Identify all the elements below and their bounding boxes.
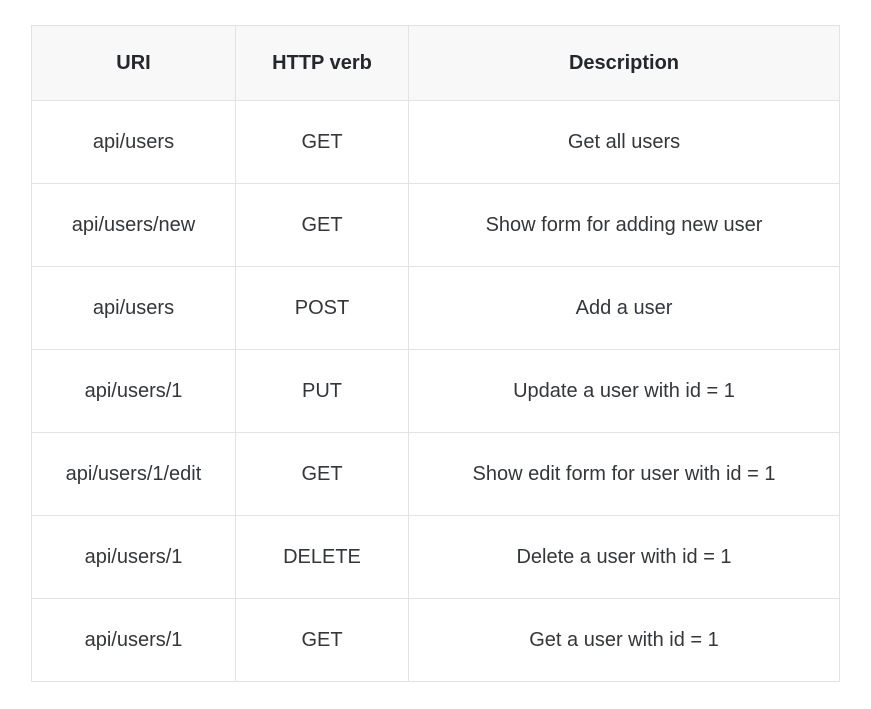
cell-uri: api/users [31, 100, 236, 184]
cell-description: Update a user with id = 1 [408, 349, 840, 433]
cell-uri: api/users/1 [31, 515, 236, 599]
cell-http-verb: GET [235, 598, 409, 682]
cell-http-verb: GET [235, 183, 409, 267]
cell-description: Get all users [408, 100, 840, 184]
table-row: api/users/1 GET Get a user with id = 1 [31, 598, 840, 682]
cell-description: Show form for adding new user [408, 183, 840, 267]
cell-description: Get a user with id = 1 [408, 598, 840, 682]
table-row: api/users/1/edit GET Show edit form for … [31, 432, 840, 516]
cell-uri: api/users/new [31, 183, 236, 267]
cell-http-verb: POST [235, 266, 409, 350]
table-row: api/users/new GET Show form for adding n… [31, 183, 840, 267]
table-row: api/users/1 DELETE Delete a user with id… [31, 515, 840, 599]
table-header: URI HTTP verb Description [31, 25, 840, 101]
header-row: URI HTTP verb Description [31, 25, 840, 101]
header-description: Description [408, 25, 840, 101]
cell-uri: api/users/1 [31, 598, 236, 682]
cell-description: Show edit form for user with id = 1 [408, 432, 840, 516]
cell-http-verb: GET [235, 432, 409, 516]
routes-table: URI HTTP verb Description api/users GET … [31, 25, 840, 682]
cell-description: Delete a user with id = 1 [408, 515, 840, 599]
cell-http-verb: DELETE [235, 515, 409, 599]
cell-uri: api/users [31, 266, 236, 350]
cell-uri: api/users/1 [31, 349, 236, 433]
cell-description: Add a user [408, 266, 840, 350]
table-row: api/users/1 PUT Update a user with id = … [31, 349, 840, 433]
cell-http-verb: GET [235, 100, 409, 184]
header-uri: URI [31, 25, 236, 101]
table-row: api/users POST Add a user [31, 266, 840, 350]
table-body: api/users GET Get all users api/users/ne… [31, 100, 840, 682]
table-row: api/users GET Get all users [31, 100, 840, 184]
cell-http-verb: PUT [235, 349, 409, 433]
cell-uri: api/users/1/edit [31, 432, 236, 516]
header-http-verb: HTTP verb [235, 25, 409, 101]
